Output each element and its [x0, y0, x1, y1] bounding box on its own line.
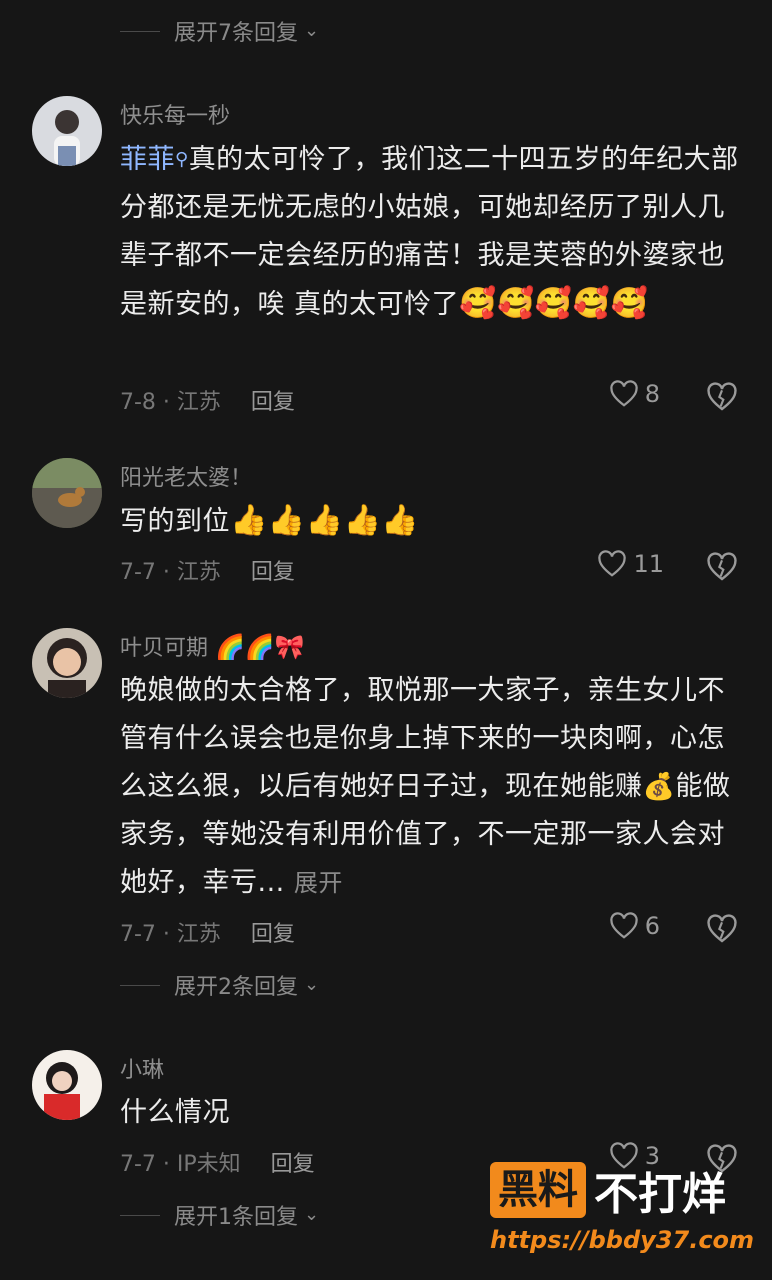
avatar[interactable]: [32, 1050, 102, 1120]
comment-date-location: 7-8 · 江苏: [120, 390, 221, 415]
comment-body: 什么情况: [120, 1097, 230, 1128]
like-count: 6: [644, 912, 660, 940]
broken-heart-icon: [707, 552, 737, 581]
like-button[interactable]: 11: [597, 550, 664, 578]
username[interactable]: 叶贝可期 🌈🌈🎀: [120, 630, 305, 662]
broken-heart-icon: [707, 382, 737, 411]
reply-button[interactable]: 回复: [251, 384, 295, 416]
reply-button[interactable]: 回复: [251, 916, 295, 948]
comment-meta: 7-7 · 江苏 回复: [120, 554, 295, 586]
chevron-down-icon: ⌄: [304, 19, 320, 41]
like-count: 11: [633, 550, 664, 578]
search-icon: ⚲: [175, 149, 189, 170]
heart-icon: [610, 380, 638, 407]
expand-replies-button[interactable]: 展开1条回复 ⌄: [120, 1198, 319, 1232]
avatar[interactable]: [32, 458, 102, 528]
watermark: 黑料 不打烊 https://bbdy37.com: [490, 1158, 760, 1254]
expand-text-link[interactable]: 展开: [294, 869, 343, 897]
comment-body: 写的到位: [120, 506, 230, 537]
avatar-image: [47, 638, 87, 698]
username[interactable]: 阳光老太婆！: [120, 460, 252, 492]
comment-text: 写的到位👍👍👍👍👍: [120, 497, 745, 546]
avatar[interactable]: [32, 628, 102, 698]
avatar-image: [54, 110, 80, 166]
reply-button[interactable]: 回复: [271, 1146, 315, 1178]
like-count: 8: [644, 380, 660, 408]
username-text: 叶贝可期: [120, 636, 209, 661]
chevron-down-icon: ⌄: [304, 973, 320, 995]
emoji-group: 🥰🥰🥰🥰🥰: [459, 286, 649, 321]
expand-replies-label: 展开2条回复: [174, 975, 298, 1000]
watermark-brand-title: 不打烊: [594, 1169, 726, 1220]
heart-icon: [598, 550, 627, 577]
divider: [120, 30, 160, 32]
mention-link[interactable]: 菲菲: [120, 144, 175, 175]
expand-replies-button[interactable]: 展开7条回复 ⌄: [120, 14, 319, 48]
dislike-button[interactable]: [706, 914, 738, 948]
dislike-button[interactable]: [706, 552, 738, 586]
username-emojis: 🌈🌈🎀: [215, 633, 305, 661]
comment-meta: 7-7 · 江苏 回复: [120, 916, 295, 948]
comment-text: 晚娘做的太合格了，取悦那一大家子，亲生女儿不管有什么误会也是你身上掉下来的一块肉…: [120, 667, 745, 907]
like-button[interactable]: 8: [609, 380, 660, 408]
expand-replies-button[interactable]: 展开2条回复 ⌄: [120, 968, 319, 1002]
watermark-brand-box: 黑料: [490, 1162, 586, 1218]
comment-text: 什么情况: [120, 1089, 745, 1137]
divider: [120, 1214, 160, 1216]
comment-date-location: 7-7 · IP未知: [120, 1152, 241, 1177]
dislike-button[interactable]: [706, 382, 738, 416]
expand-replies-label: 展开1条回复: [174, 1205, 298, 1230]
comment-text: 菲菲⚲真的太可怜了，我们这二十四五岁的年纪大部分都还是无忧无虑的小姑娘，可她却经…: [120, 136, 745, 329]
divider: [120, 984, 160, 986]
broken-heart-icon: [707, 914, 737, 943]
watermark-url: https://bbdy37.com: [490, 1226, 755, 1254]
username[interactable]: 小琳: [120, 1052, 164, 1084]
comment-date-location: 7-7 · 江苏: [120, 560, 221, 585]
watermark-brand: 黑料 不打烊: [490, 1158, 760, 1222]
money-bag-emoji: 💰: [642, 772, 676, 802]
avatar-image: [32, 458, 102, 528]
like-button[interactable]: 6: [609, 912, 660, 940]
comment-date-location: 7-7 · 江苏: [120, 922, 221, 947]
comment-meta: 7-7 · IP未知 回复: [120, 1146, 315, 1178]
avatar-image: [44, 1062, 80, 1120]
reply-button[interactable]: 回复: [251, 554, 295, 586]
comment-body: 晚娘做的太合格了，取悦那一大家子，亲生女儿不管有什么误会也是你身上掉下来的一块肉…: [120, 675, 725, 802]
chevron-down-icon: ⌄: [304, 1203, 320, 1225]
emoji-group: 👍👍👍👍👍: [230, 503, 420, 538]
comment-meta: 7-8 · 江苏 回复: [120, 384, 295, 416]
heart-icon: [610, 912, 638, 939]
avatar[interactable]: [32, 96, 102, 166]
username[interactable]: 快乐每一秒: [120, 98, 230, 130]
expand-replies-label: 展开7条回复: [174, 21, 298, 46]
